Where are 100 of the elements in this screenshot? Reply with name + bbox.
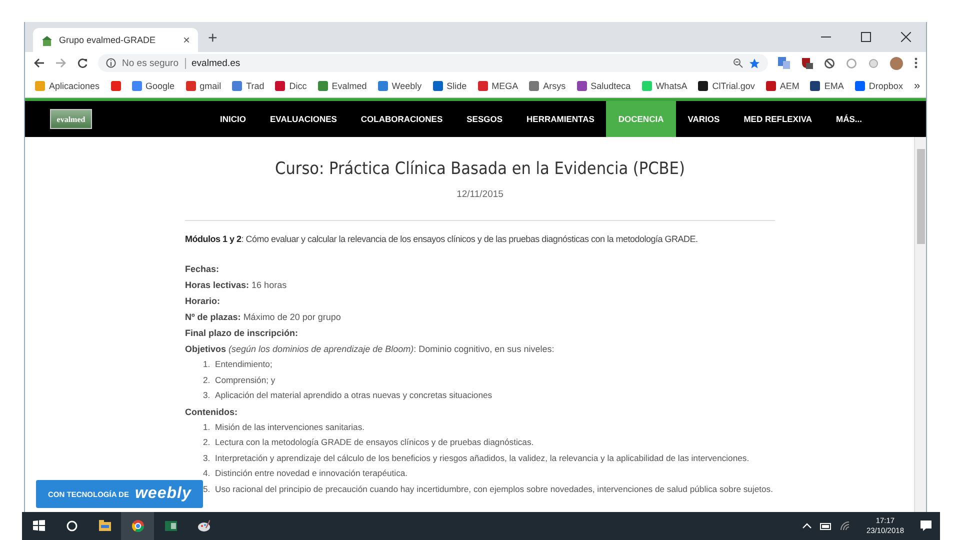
bookmark[interactable]: Slide <box>432 80 467 90</box>
bookmark-icon <box>576 80 587 90</box>
info-line: Fechas: <box>185 263 220 276</box>
paint-palette-icon[interactable] <box>198 520 210 532</box>
bookmark-icon <box>318 80 328 90</box>
nav-link[interactable]: MÁS... <box>824 101 874 137</box>
bookmark-icon <box>698 80 708 90</box>
info-icon <box>106 58 116 68</box>
bookmarks-overflow-button[interactable]: » <box>914 80 920 92</box>
bookmark-icon <box>766 80 776 90</box>
list-item-text: Interpretación y aprendizaje del cálculo de los beneficios y riesgos añadidos, la validez, la relevancia y la aplicabilidad de las intervenciones. <box>215 452 750 465</box>
list-number: 1. <box>203 358 212 371</box>
bookmark-icon <box>132 80 142 90</box>
tab-close-button[interactable]: × <box>182 33 190 47</box>
post-date: 12/11/2015 <box>456 189 504 200</box>
bookmark[interactable]: Arsys <box>529 80 566 90</box>
browser-tab[interactable]: Grupo evalmed-GRADE × <box>33 28 198 52</box>
list-number: 5. <box>203 482 212 496</box>
list-number: 1. <box>203 420 212 434</box>
page-title: Curso: Práctica Clínica Basada en la Evidencia (PCBE) <box>274 159 686 179</box>
bookmark[interactable]: Weebly <box>378 80 422 90</box>
nav-link[interactable]: EVALUACIONES <box>258 101 349 137</box>
nav-link[interactable]: MED REFLEXIVA <box>732 101 824 137</box>
bookmark[interactable]: Trad <box>232 80 264 90</box>
scrollbar[interactable] <box>914 137 926 512</box>
list-number: 4. <box>203 467 212 480</box>
bookmark[interactable]: WhatsA <box>642 80 688 90</box>
notification-icon[interactable] <box>920 520 932 532</box>
list-number: 2. <box>203 436 212 449</box>
badge-brand: weebly <box>134 485 192 503</box>
info-line: Final plazo de inscripción: <box>185 327 300 340</box>
new-tab-button[interactable]: + <box>208 30 218 48</box>
nav-link[interactable]: HERRAMIENTAS <box>514 101 606 137</box>
bookmark[interactable]: Google <box>132 80 175 90</box>
bookmark-icon <box>529 80 540 90</box>
zoom-icon[interactable] <box>733 58 743 68</box>
menu-icon[interactable] <box>914 57 918 69</box>
section-heading: Contenidos: <box>185 406 238 418</box>
list-item-text: Uso racional del principio de precaución cuando hay incertidumbre, con ejemplos sobre novedades, intervenciones de salud pública sobre sujetos. <box>215 482 773 496</box>
bookmark[interactable]: EMA <box>810 80 844 90</box>
spreadsheet-icon[interactable] <box>164 520 176 532</box>
block-icon[interactable] <box>824 58 835 68</box>
bookmark-icon <box>854 80 865 90</box>
nav-link[interactable]: COLABORACIONES <box>348 101 455 137</box>
bookmark-icon <box>478 80 488 90</box>
bookmark[interactable]: gmail <box>186 80 222 90</box>
bookmark[interactable]: AEM <box>766 80 800 90</box>
browser-icon[interactable] <box>132 520 144 532</box>
info-line: Horario: <box>185 295 222 308</box>
close-icon[interactable] <box>901 32 911 42</box>
tab-title: Grupo evalmed-GRADE <box>59 35 157 45</box>
list-item-text: Distinción entre novedad e innovación terapéutica. <box>215 467 408 480</box>
battery-icon[interactable] <box>820 522 832 530</box>
list-item-text: Lectura con la metodología GRADE de ensayos clínicos y de pruebas diagnósticas. <box>215 436 534 449</box>
list-item-text: Comprensión; y <box>215 374 276 387</box>
list-item-text: Entendimiento; <box>215 358 272 371</box>
bookmark[interactable] <box>110 80 121 90</box>
list-number: 2. <box>203 374 212 386</box>
bookmark[interactable]: Saludteca <box>576 80 631 90</box>
info-line: Nº de plazas: Máximo de 20 por grupo <box>185 311 342 324</box>
bookmark-icon <box>35 80 45 90</box>
list-item-text: Misión de las intervenciones sanitarias. <box>215 420 365 434</box>
bookmark-icon <box>642 80 652 90</box>
search-icon[interactable] <box>66 520 78 532</box>
info-line: Objetivos (según los dominios de aprendizaje de Bloom): Dominio cognitivo, en sus niveles: <box>185 343 556 356</box>
list-item-text: Aplicación del material aprendido a otras nuevas y concretas situaciones <box>215 389 492 402</box>
bookmark-icon <box>110 80 121 90</box>
info-line: Horas lectivas: 16 horas <box>185 279 288 292</box>
house-icon <box>41 34 53 46</box>
bookmark[interactable]: Dropbox <box>854 80 903 90</box>
shield-icon[interactable] <box>801 57 813 69</box>
star-icon[interactable] <box>749 58 760 68</box>
bookmark[interactable]: Evalmed <box>318 80 367 90</box>
bookmark[interactable]: MEGA <box>478 80 518 90</box>
bookmark-icon <box>186 80 196 90</box>
translate-icon[interactable] <box>778 57 790 69</box>
back-arrow-icon[interactable] <box>33 58 45 68</box>
bookmark[interactable]: Dicc <box>275 80 307 90</box>
bookmark[interactable]: Aplicaciones <box>35 80 100 90</box>
wifi-icon[interactable] <box>840 521 850 531</box>
intro-text: Módulos 1 y 2: Cómo evaluar y calcular la relevancia de los ensayos clínicos y de las pruebas diagnósticas con la metodología GRADE. <box>185 234 699 244</box>
nav-link[interactable]: SESGOS <box>454 101 515 137</box>
avatar-icon[interactable] <box>890 56 903 70</box>
address-bar[interactable]: No es seguro evalmed.es <box>98 54 768 72</box>
chevron-up-icon[interactable] <box>802 523 812 529</box>
scrollbar-thumb[interactable] <box>916 149 924 244</box>
bookmark-icon <box>810 80 820 90</box>
bookmark-icon <box>432 80 443 90</box>
security-label: No es seguro <box>122 58 179 68</box>
nav-link[interactable]: VARIOS <box>676 101 732 137</box>
maximize-icon[interactable] <box>861 32 871 42</box>
bookmark[interactable]: ClTrial.gov <box>698 80 755 90</box>
nav-link[interactable]: INICIO <box>208 101 258 137</box>
folder-icon[interactable] <box>98 520 110 532</box>
url-text: evalmed.es <box>192 58 240 68</box>
bookmark-icon <box>378 80 388 90</box>
reload-icon[interactable] <box>77 58 88 68</box>
list-number: 3. <box>203 452 212 464</box>
list-number: 3. <box>203 389 212 402</box>
start-icon[interactable] <box>32 520 44 532</box>
